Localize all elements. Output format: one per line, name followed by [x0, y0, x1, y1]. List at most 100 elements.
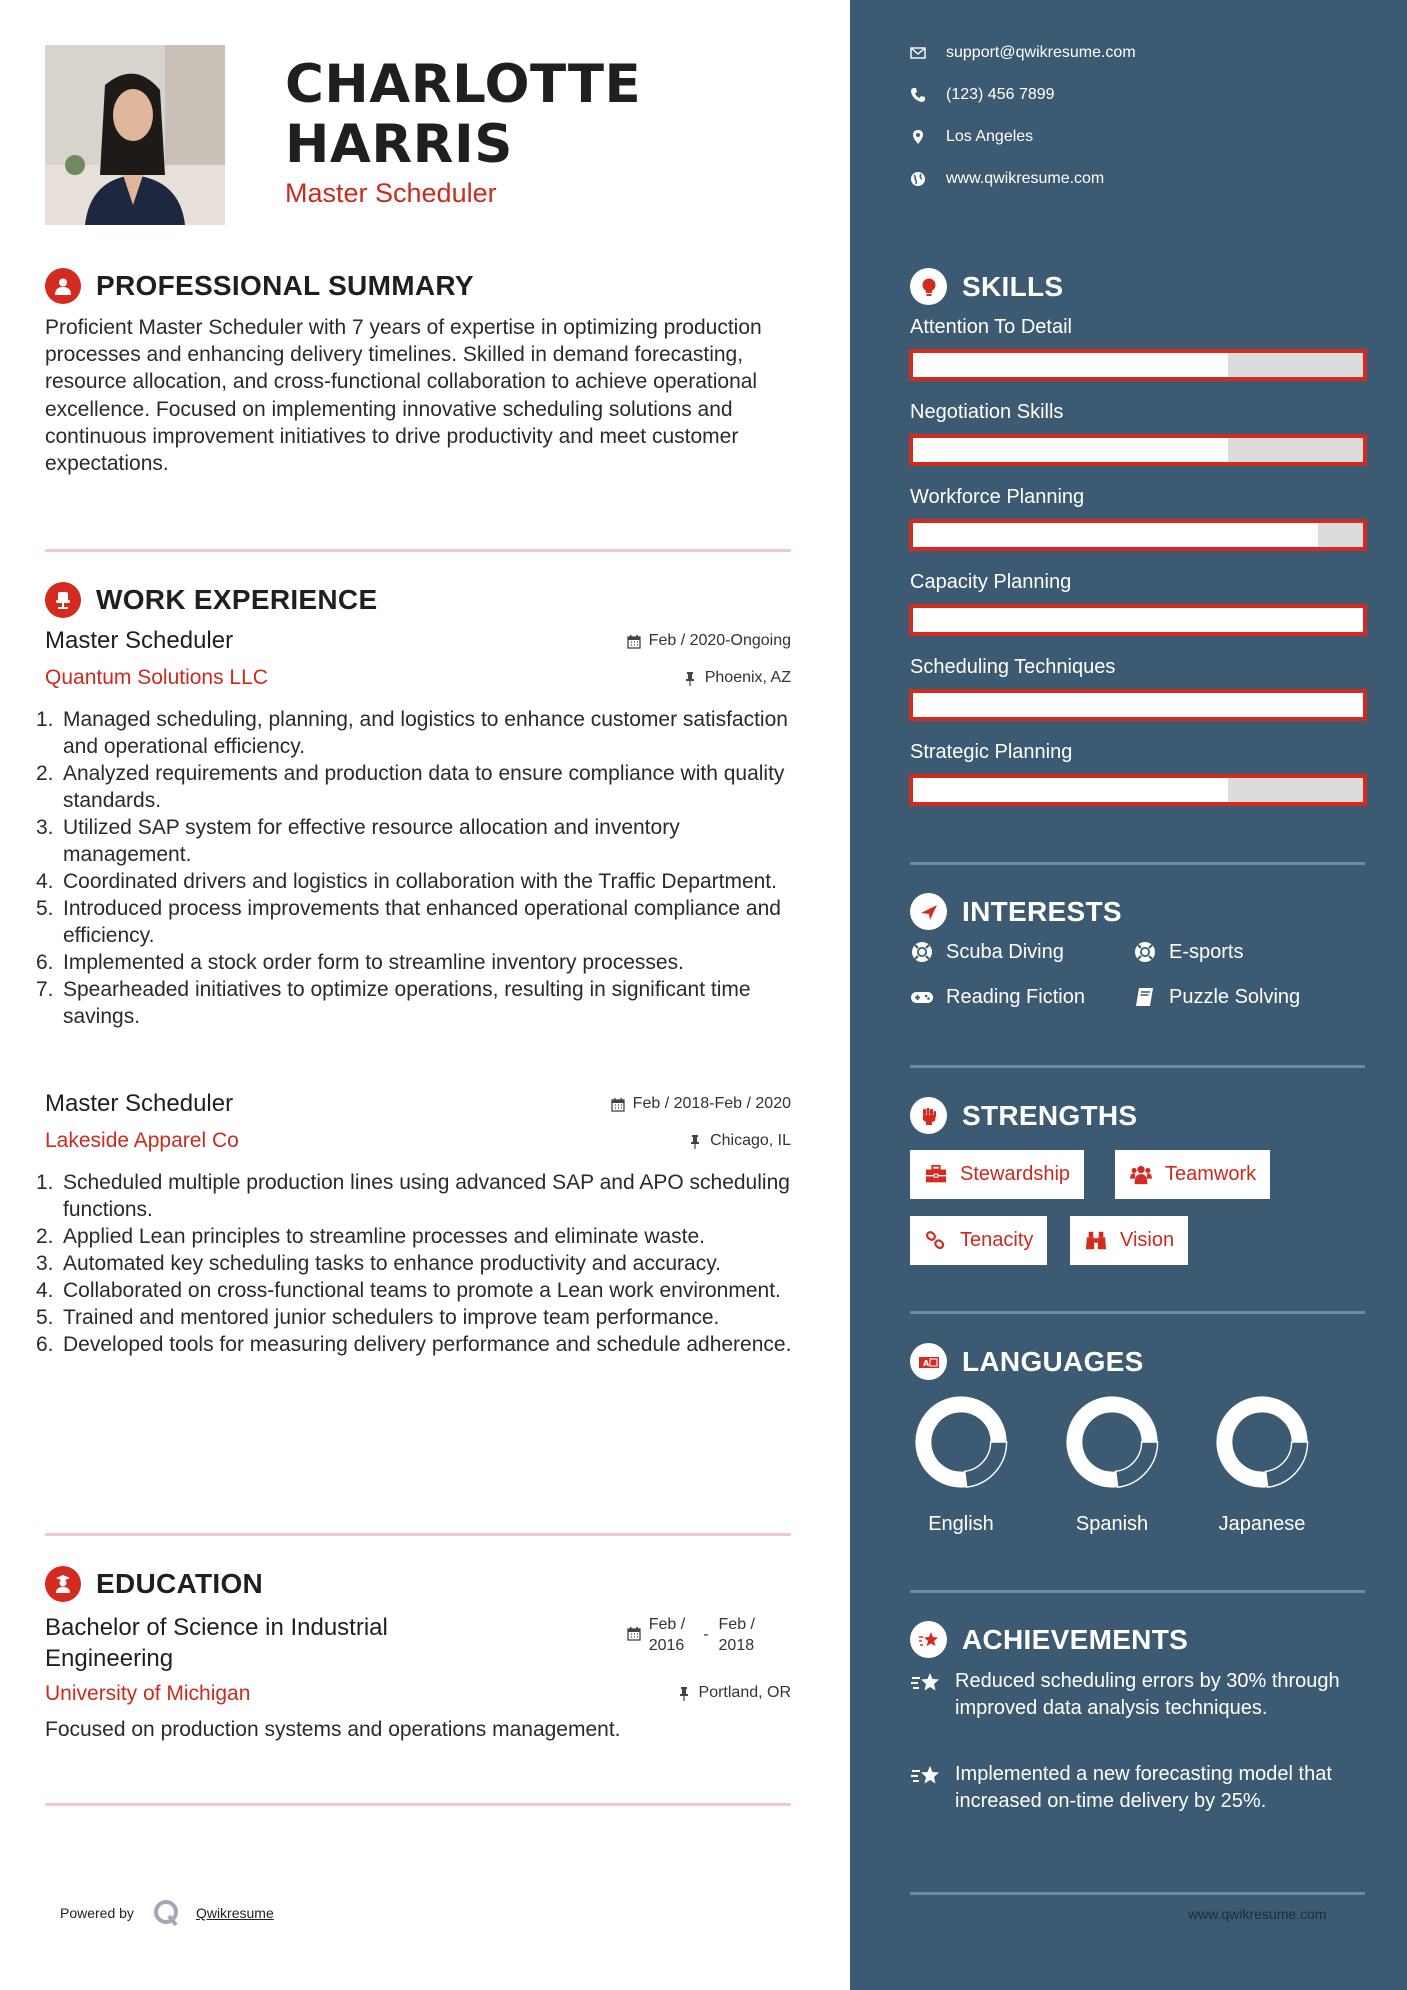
life-ring-icon — [912, 942, 932, 962]
skills-heading: SKILLS — [910, 268, 1063, 305]
job-location: Chicago, IL — [688, 1132, 791, 1150]
contact-email: support@qwikresume.com — [910, 44, 1136, 62]
bullet-number: 7. — [36, 978, 54, 1001]
pin-icon — [679, 1686, 688, 1701]
bullet-text: Introduced process improvements that enh… — [63, 897, 781, 947]
language-item: Japanese — [1212, 1395, 1312, 1536]
bullet-number: 3. — [36, 816, 54, 839]
language-donut-remaining — [963, 1441, 1008, 1489]
education-description: Focused on production systems and operat… — [45, 1718, 621, 1741]
skill-label: Workforce Planning — [910, 486, 1085, 508]
language-label: Japanese — [1218, 1513, 1306, 1535]
skill-label: Negotiation Skills — [910, 401, 1064, 423]
bullet-number: 2. — [36, 1225, 54, 1248]
divider — [45, 549, 791, 552]
bullet-item: 3. Automated key scheduling tasks to enha… — [36, 1250, 805, 1277]
language-item: English — [911, 1395, 1011, 1536]
bullet-text: Utilized SAP system for effective resour… — [63, 816, 680, 866]
users-icon — [1130, 1165, 1152, 1184]
profile-photo — [45, 45, 225, 225]
language-donut — [1216, 1396, 1309, 1489]
bullet-text: Developed tools for measuring delivery p… — [63, 1333, 792, 1356]
bullet-item: 3. Utilized SAP system for effective reso… — [36, 814, 805, 868]
bullet-number: 6. — [36, 1333, 54, 1356]
contact-location: Los Angeles — [910, 128, 1033, 146]
achievement-text: Reduced scheduling errors by 30% through… — [955, 1670, 1340, 1719]
bullet-number: 5. — [36, 897, 54, 920]
bullet-text: Collaborated on cross-functional teams t… — [63, 1279, 781, 1302]
divider — [910, 1892, 1365, 1895]
divider — [45, 1803, 791, 1806]
language-donut-remaining — [1114, 1441, 1159, 1489]
skill-label: Scheduling Techniques — [910, 656, 1116, 678]
bullet-number: 6. — [36, 951, 54, 974]
skill-bar-fill — [913, 353, 1228, 377]
skill-bar — [909, 604, 1367, 636]
strength-label: Stewardship — [960, 1163, 1071, 1185]
interest-label: Reading Fiction — [946, 985, 1085, 1008]
powered-by: Powered by Qwikresume — [60, 1898, 274, 1928]
bullet-item: 1. Scheduled multiple production lines us… — [36, 1169, 805, 1223]
skill-bar-fill — [913, 693, 1363, 717]
contact-website: www.qwikresume.com — [910, 170, 1104, 188]
envelope-icon — [910, 47, 926, 59]
bullet-number: 3. — [36, 1252, 54, 1275]
strengths-heading: STRENGTHS — [910, 1097, 1137, 1134]
shooting-star-icon — [911, 1766, 939, 1784]
skill-bar-fill — [913, 608, 1363, 632]
candidate-name: CHARLOTTE HARRIS — [285, 55, 641, 175]
bullet-item: 4. Collaborated on cross-functional teams… — [36, 1277, 805, 1304]
briefcase-icon — [925, 1164, 947, 1182]
company-name: Quantum Solutions LLC — [45, 666, 268, 689]
skill-bar — [909, 519, 1367, 551]
skill-label: Attention To Detail — [910, 316, 1072, 338]
interest-item: Reading Fiction — [910, 985, 1085, 1009]
bullet-item: 5. Trained and mentored junior schedulers… — [36, 1304, 805, 1331]
bullet-text: Managed scheduling, planning, and logist… — [63, 708, 788, 758]
language-item: Spanish — [1062, 1395, 1162, 1536]
bullet-item: 7. Spearheaded initiatives to optimize op… — [36, 976, 805, 1030]
strength-label: Tenacity — [960, 1229, 1034, 1251]
translate-icon: A — [910, 1343, 947, 1380]
interest-item: Scuba Diving — [910, 940, 1064, 964]
skill-bar-fill — [913, 778, 1228, 802]
bullet-text: Analyzed requirements and production dat… — [63, 762, 785, 812]
lightbulb-icon — [910, 268, 947, 305]
bullet-item: 2. Applied Lean principles to streamline … — [36, 1223, 805, 1250]
main-column: CHARLOTTE HARRIS Master Scheduler PROFES… — [0, 0, 850, 1990]
qwikresume-link[interactable]: Qwikresume — [196, 1905, 274, 1921]
language-label: English — [928, 1513, 994, 1535]
contact-phone: (123) 456 7899 — [910, 86, 1055, 104]
footer-website[interactable]: www.qwikresume.com — [1188, 1906, 1326, 1922]
pin-icon — [691, 1134, 700, 1149]
job-dates: Feb / 2018-Feb / 2020 — [611, 1095, 791, 1113]
education-location: Portland, OR — [677, 1684, 791, 1702]
shooting-star-icon — [911, 1673, 939, 1691]
skill-bar-fill — [913, 523, 1318, 547]
skill-bar-fill — [913, 438, 1228, 462]
interests-heading: INTERESTS — [910, 893, 1122, 930]
svg-text:A: A — [923, 1359, 930, 1368]
language-donut — [1066, 1396, 1159, 1489]
globe-icon — [911, 172, 925, 186]
name-first: CHARLOTTE — [285, 54, 642, 115]
candidate-title: Master Scheduler — [285, 178, 497, 208]
achievement-text: Implemented a new forecasting model that… — [955, 1763, 1332, 1812]
bullet-item: 6. Implemented a stock order form to stre… — [36, 949, 805, 976]
education-heading: EDUCATION — [45, 1566, 263, 1602]
pin-icon — [685, 671, 694, 686]
bullet-text: Applied Lean principles to streamline pr… — [63, 1225, 706, 1248]
skill-bar — [909, 689, 1367, 721]
strength-chip: Teamwork — [1115, 1150, 1271, 1199]
job-2-bullets: 1. Scheduled multiple production lines us… — [36, 1169, 805, 1358]
skill-bar — [909, 434, 1367, 466]
bullet-text: Implemented a stock order form to stream… — [63, 951, 684, 974]
job-entry-1: Master Scheduler Feb / 2020-Ongoing Quan… — [45, 627, 791, 690]
name-last: HARRIS — [285, 114, 513, 175]
start-date: Feb / 2016 — [648, 1616, 686, 1654]
language-label: Spanish — [1075, 1513, 1149, 1535]
summary-text: Proficient Master Scheduler with 7 years… — [45, 316, 762, 476]
languages-heading: A LANGUAGES — [910, 1343, 1144, 1380]
bullet-number: 5. — [36, 1306, 54, 1329]
divider — [910, 1311, 1365, 1314]
